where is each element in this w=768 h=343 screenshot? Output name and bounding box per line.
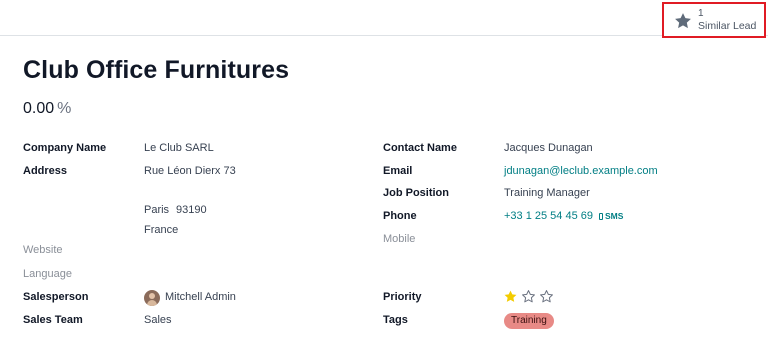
company-name-label: Company Name <box>23 142 107 154</box>
star-empty-icon[interactable] <box>521 289 536 304</box>
sms-label: SMS <box>605 211 624 221</box>
address-city[interactable]: Paris <box>144 204 169 216</box>
similar-lead-count: 1 <box>698 8 704 19</box>
address-label: Address <box>23 165 68 177</box>
sms-button[interactable]: SMS <box>599 211 623 221</box>
sales-team-label: Sales Team <box>23 314 83 326</box>
similar-lead-label: Similar Lead <box>698 20 757 32</box>
email-value[interactable]: jdunagan@leclub.example.com <box>504 165 658 177</box>
job-position-label: Job Position <box>383 187 449 199</box>
language-label: Language <box>23 268 72 280</box>
mobile-phone-icon <box>599 213 603 220</box>
tags-label: Tags <box>383 314 408 326</box>
star-icon <box>675 13 691 29</box>
phone-value[interactable]: +33 1 25 54 45 69 <box>504 210 593 222</box>
lead-title[interactable]: Club Office Furnitures <box>23 56 289 85</box>
star-empty-icon[interactable] <box>539 289 554 304</box>
address-country[interactable]: France <box>144 224 178 236</box>
address-zip[interactable]: 93190 <box>176 204 207 216</box>
star-filled-icon[interactable] <box>503 289 518 304</box>
probability-value[interactable]: 0.00 <box>23 100 54 117</box>
probability-unit: % <box>57 100 72 117</box>
company-name-value[interactable]: Le Club SARL <box>144 142 214 154</box>
sales-team-value[interactable]: Sales <box>144 314 172 326</box>
job-position-value[interactable]: Training Manager <box>504 187 590 199</box>
control-panel <box>0 0 768 36</box>
address-street[interactable]: Rue Léon Dierx 73 <box>144 165 236 177</box>
priority-stars[interactable] <box>503 289 557 305</box>
mobile-label: Mobile <box>383 233 416 245</box>
email-label: Email <box>383 165 413 177</box>
salesperson-label: Salesperson <box>23 291 89 303</box>
salesperson-avatar <box>144 290 160 306</box>
salesperson-value[interactable]: Mitchell Admin <box>165 291 236 303</box>
phone-label: Phone <box>383 210 417 222</box>
tag-training[interactable]: Training <box>504 313 554 329</box>
priority-label: Priority <box>383 291 422 303</box>
similar-lead-button[interactable]: 1 Similar Lead <box>662 2 766 38</box>
contact-name-label: Contact Name <box>383 142 457 154</box>
website-label: Website <box>23 244 63 256</box>
contact-name-value[interactable]: Jacques Dunagan <box>504 142 593 154</box>
probability-field[interactable]: 0.00% <box>23 100 71 118</box>
